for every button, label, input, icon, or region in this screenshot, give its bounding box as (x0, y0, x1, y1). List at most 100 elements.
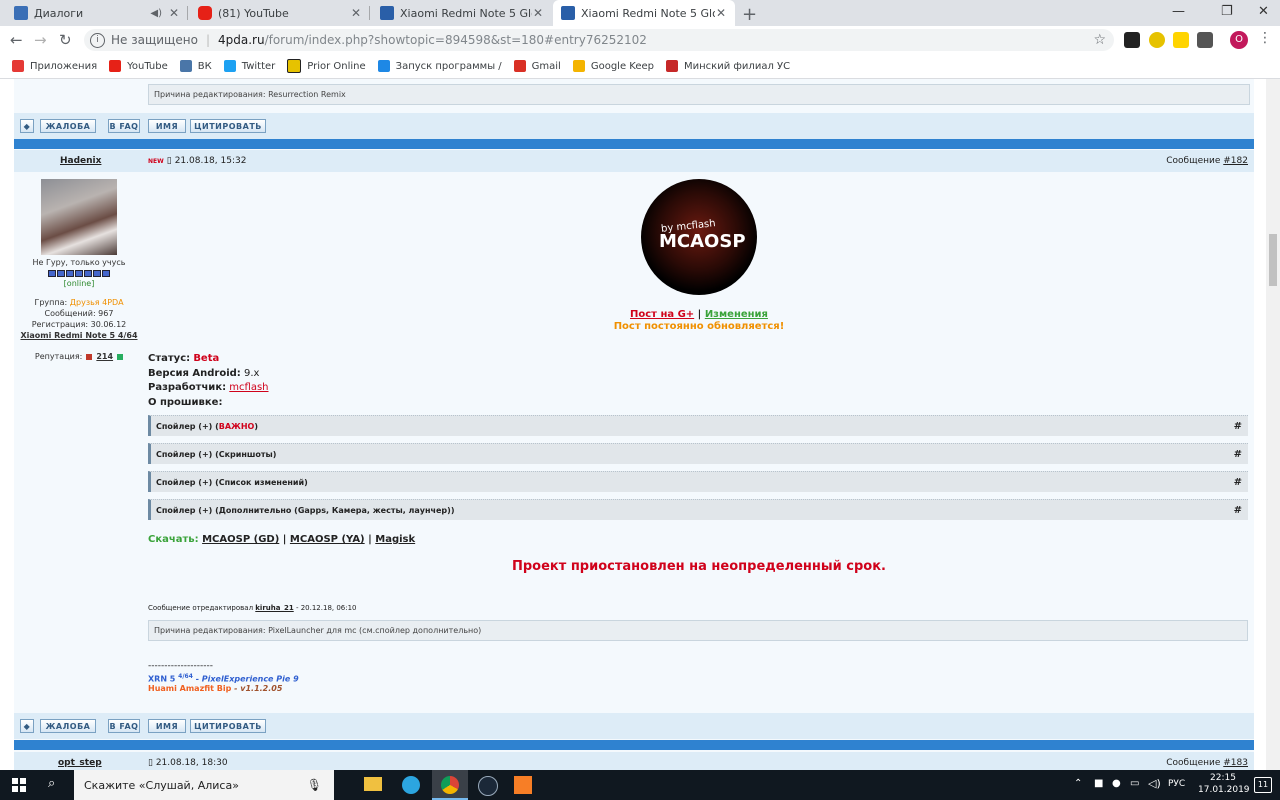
spoiler-extras[interactable]: Спойлер (+) (Дополнительно (Gapps, Камер… (148, 499, 1248, 520)
close-tab-icon[interactable]: ✕ (532, 6, 544, 20)
chrome-taskbar-button[interactable] (432, 770, 468, 800)
bookmark-gmail[interactable]: Gmail (513, 60, 561, 72)
spoiler-screenshots[interactable]: Спойлер (+) (Скриншоты) # (148, 443, 1248, 464)
developer-link[interactable]: mcflash (229, 382, 268, 393)
message-number-link[interactable]: #183 (1223, 758, 1248, 768)
download-gd-link[interactable]: MCAOSP (GD) (202, 534, 279, 545)
faq-button[interactable]: В FAQ (108, 719, 140, 733)
post-divider (14, 139, 1254, 149)
reputation-value[interactable]: 214 (96, 352, 113, 361)
report-button[interactable]: ЖАЛОБА (40, 719, 96, 733)
bookmark-vk[interactable]: ВК (179, 60, 212, 72)
spoiler-anchor[interactable]: # (1234, 477, 1242, 488)
language-indicator[interactable]: РУС (1168, 779, 1185, 789)
post-author-link[interactable]: opt_step (58, 758, 102, 768)
editor-link[interactable]: kiruha_21 (255, 604, 293, 612)
clock[interactable]: 22:15 17.01.2019 (1198, 772, 1250, 796)
post-author-link[interactable]: Hadenix (60, 156, 101, 166)
spoiler-changelog[interactable]: Спойлер (+) (Список изменений) # (148, 471, 1248, 492)
address-bar[interactable]: i Не защищено | 4pda.ru /forum/index.php… (84, 29, 1114, 51)
speaker-icon[interactable]: ◀) (150, 8, 162, 19)
up-arrow-button[interactable]: ◆ (20, 719, 34, 733)
extension-icon[interactable] (1173, 32, 1189, 48)
extension-icon[interactable] (1197, 32, 1213, 48)
close-tab-icon[interactable]: ✕ (350, 6, 362, 20)
quote-button[interactable]: ЦИТИРОВАТЬ (190, 719, 266, 733)
changes-link[interactable]: Изменения (705, 309, 768, 320)
forward-icon[interactable]: → (34, 31, 47, 49)
extension-icon[interactable] (1149, 32, 1165, 48)
gplus-post-link[interactable]: Пост на G+ (630, 309, 694, 320)
tab-youtube[interactable]: (81) YouTube ✕ (190, 0, 370, 26)
maximize-icon[interactable]: ❐ (1221, 4, 1233, 19)
profile-avatar[interactable]: O (1230, 31, 1248, 49)
user-posts: Сообщений: 967 (44, 309, 114, 318)
up-arrow-button[interactable]: ◆ (20, 119, 34, 133)
spoiler-anchor[interactable]: # (1234, 421, 1242, 432)
post-header: opt_step ▯ 21.08.18, 18:30 Сообщение #18… (14, 752, 1254, 770)
status-value: Beta (193, 353, 220, 364)
avatar[interactable] (41, 179, 117, 255)
close-tab-icon[interactable]: ✕ (715, 6, 727, 20)
report-button[interactable]: ЖАЛОБА (40, 119, 96, 133)
bookmarks-bar: Приложения YouTube ВК Twitter Prior Onli… (0, 54, 1280, 79)
chrome-menu-icon[interactable]: ⋮ (1258, 30, 1272, 46)
tray-icon[interactable]: ■ (1094, 778, 1103, 789)
tab-4pda-1[interactable]: Xiaomi Redmi Note 5 Global / N... ✕ (372, 0, 552, 26)
tab-4pda-active[interactable]: Xiaomi Redmi Note 5 Global / N... ✕ (553, 0, 735, 26)
windows-start-icon[interactable] (12, 778, 26, 792)
spoiler-important[interactable]: Спойлер (+) (ВАЖНО) # (148, 415, 1248, 436)
bookmark-keep[interactable]: Google Keep (572, 60, 654, 72)
youtube-favicon-icon (198, 6, 212, 20)
bookmark-twitter[interactable]: Twitter (223, 60, 275, 72)
microphone-icon[interactable]: 🎙 (307, 778, 322, 792)
steam-icon[interactable] (478, 776, 498, 796)
bookmark-minsk[interactable]: Минский филиал УС (666, 60, 790, 72)
explorer-icon[interactable] (364, 777, 382, 791)
quote-button[interactable]: ЦИТИРОВАТЬ (190, 119, 266, 133)
search-icon[interactable]: ⌕ (48, 776, 55, 791)
user-sidebar: Не Гуру, только учусь [online] Группа: Д… (14, 179, 144, 361)
rep-minus-icon[interactable] (86, 353, 93, 360)
notifications-icon[interactable]: 11 (1254, 777, 1272, 793)
tab-strip: Диалоги ◀) ✕ (81) YouTube ✕ Xiaomi Redmi… (0, 0, 1280, 26)
4pda-favicon-icon (561, 6, 575, 20)
minimize-icon[interactable]: — (1172, 4, 1185, 19)
spoiler-anchor[interactable]: # (1234, 505, 1242, 516)
tray-icon[interactable]: ● (1112, 778, 1121, 789)
vk-icon (179, 60, 192, 72)
volume-icon[interactable]: ◁) (1148, 777, 1161, 790)
bookmark-prior[interactable]: Prior Online (287, 59, 366, 73)
telegram-icon[interactable] (402, 776, 420, 794)
extension-icon[interactable] (1124, 32, 1140, 48)
close-window-icon[interactable]: ✕ (1258, 4, 1269, 19)
bookmark-youtube[interactable]: YouTube (109, 60, 168, 72)
info-icon[interactable]: i (90, 32, 105, 48)
user-device-link[interactable]: Xiaomi Redmi Note 5 4/64 (14, 331, 144, 340)
name-button[interactable]: ИМЯ (148, 119, 186, 133)
online-status: [online] (63, 279, 95, 288)
bookmark-launch[interactable]: Запуск программы / (377, 60, 502, 72)
reload-icon[interactable]: ↻ (59, 31, 72, 49)
scrollbar-thumb[interactable] (1269, 234, 1277, 286)
network-icon[interactable]: ▭ (1130, 778, 1139, 789)
bookmark-apps[interactable]: Приложения (12, 60, 97, 72)
faq-button[interactable]: В FAQ (108, 119, 140, 133)
close-tab-icon[interactable]: ✕ (168, 6, 180, 20)
spoiler-anchor[interactable]: # (1234, 449, 1242, 460)
bookmark-star-icon[interactable]: ☆ (1093, 32, 1106, 48)
scrollbar[interactable] (1266, 79, 1280, 770)
back-icon[interactable]: ← (10, 31, 23, 49)
user-title: Не Гуру, только учусь (32, 258, 126, 267)
tab-dialogs[interactable]: Диалоги ◀) ✕ (6, 0, 188, 26)
user-registered: Регистрация: 30.06.12 (31, 320, 127, 329)
download-ya-link[interactable]: MCAOSP (YA) (290, 534, 365, 545)
new-tab-button[interactable]: + (742, 4, 757, 25)
fl-studio-icon[interactable] (514, 776, 532, 794)
chevron-up-icon[interactable]: ⌃ (1074, 778, 1082, 789)
rep-plus-icon[interactable] (117, 353, 124, 360)
magisk-link[interactable]: Magisk (375, 534, 415, 545)
name-button[interactable]: ИМЯ (148, 719, 186, 733)
message-number-link[interactable]: #182 (1223, 156, 1248, 166)
search-input[interactable]: Скажите «Слушай, Алиса» 🎙 (74, 770, 334, 800)
